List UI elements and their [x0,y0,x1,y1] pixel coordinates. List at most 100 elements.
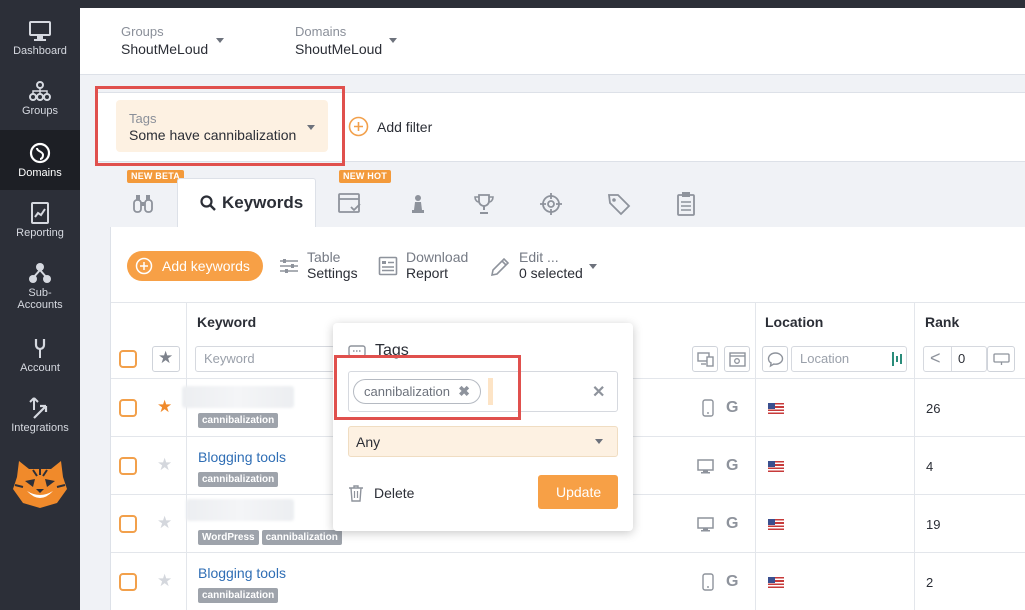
tab-target[interactable] [533,178,569,228]
edit-selected-dropdown[interactable]: Edit ... 0 selected [489,249,601,283]
tab-competitors[interactable] [400,178,436,228]
tag-chip[interactable]: WordPress [198,530,259,545]
rank-filter-input[interactable]: < 0 [923,346,987,372]
row-tags: WordPress cannibalization [198,527,345,545]
blurred-keyword [182,386,294,408]
download-report-line2: Report [406,265,449,281]
row-checkbox[interactable] [119,457,137,475]
sidebar-item-account[interactable]: Account [0,337,80,387]
domains-selector-label: Domains [295,24,347,39]
keyword-column-header[interactable]: Keyword [197,314,256,330]
star-icon[interactable]: ★ [157,397,172,417]
tab-insights[interactable] [118,178,168,228]
row-tags: cannibalization [198,469,281,487]
star-icon[interactable]: ★ [157,571,172,591]
desktop-icon [697,517,714,532]
starred-filter-button[interactable]: ★ [152,346,180,372]
sidebar-item-label: Groups [21,105,59,117]
bars-icon [892,352,902,366]
device-filter-button[interactable] [692,346,718,372]
row-divider [111,552,1025,553]
add-keywords-button[interactable]: Add keywords [127,251,263,281]
operator-divider [951,347,952,371]
update-label: Update [556,484,602,500]
column-divider [755,302,756,610]
sidebar-item-integrations[interactable]: Integrations [0,397,80,447]
sidebar-item-groups[interactable]: Groups [0,80,80,130]
search-icon [200,195,216,211]
domains-icon [29,142,51,164]
sidebar-item-sub-accounts[interactable]: Sub- Accounts [0,262,80,318]
sidebar-item-label-2: Accounts [17,299,63,311]
us-flag-icon [768,461,784,472]
tag-filter-icon [993,353,1010,365]
keyword-link[interactable]: Blogging tools [198,565,286,581]
table-settings-button[interactable]: Table Settings [279,249,359,283]
location-column-header[interactable]: Location [765,314,823,330]
plus-circle-icon [135,257,153,275]
calendar-check-icon [338,193,361,213]
devices-icon [697,352,714,367]
clear-tags-icon[interactable]: ✕ [592,382,605,402]
blurred-keyword [186,499,294,521]
chevron-down-icon [216,38,224,43]
search-engine-filter-button[interactable] [724,346,750,372]
chevron-down-icon [595,439,603,444]
star-icon[interactable]: ★ [157,455,172,475]
pencil-icon [490,257,510,277]
star-icon[interactable]: ★ [157,513,172,533]
tag-chip[interactable]: cannibalization [198,413,279,428]
tab-tags[interactable] [601,178,637,228]
row-checkbox[interactable] [119,573,137,591]
table-settings-line2: Settings [307,265,358,281]
download-report-button[interactable]: Download Report [378,249,470,283]
add-filter-label: Add filter [377,119,433,135]
monitor-icon [29,21,51,41]
groups-selector[interactable]: Groups ShoutMeLoud [121,24,231,57]
sidebar-item-domains[interactable]: Domains [0,130,80,190]
chess-pawn-icon [412,195,424,213]
groups-selector-value: ShoutMeLoud [121,41,209,57]
sidebar-item-label: Account [20,362,60,374]
sidebar-item-reporting[interactable]: Reporting [0,202,80,252]
update-button[interactable]: Update [538,475,618,509]
row-tags: cannibalization [198,410,281,428]
keyword-link[interactable]: Blogging tools [198,449,286,465]
integrations-icon [29,397,48,419]
tab-notes[interactable] [668,178,704,228]
rank-filter-options-button[interactable] [987,346,1015,372]
rank-operator[interactable]: < [930,346,941,370]
reporting-icon [31,202,49,224]
star-icon: ★ [158,348,174,367]
location-filter-input[interactable]: Location [791,346,907,372]
tab-top-positions[interactable] [466,178,502,228]
tag-chip[interactable]: cannibalization [261,530,342,545]
tab-calendar[interactable] [330,178,370,228]
rank-column-header[interactable]: Rank [925,314,959,330]
match-mode-value: Any [356,434,381,450]
location-type-button[interactable] [762,346,788,372]
browser-search-icon [729,352,746,367]
top-strip [80,0,1025,8]
table-top-border [111,302,1025,303]
domains-selector[interactable]: Domains ShoutMeLoud [295,24,405,57]
groups-selector-label: Groups [121,24,164,39]
rank-value: 2 [926,575,934,590]
row-checkbox[interactable] [119,399,137,417]
select-all-checkbox[interactable] [119,350,137,368]
match-mode-select[interactable]: Any [348,426,618,457]
tab-keywords[interactable]: Keywords [177,178,316,228]
domains-selector-value: ShoutMeLoud [295,41,383,57]
row-checkbox[interactable] [119,515,137,533]
tag-chip[interactable]: cannibalization [198,472,279,487]
sliders-icon [280,259,298,273]
delete-label: Delete [374,485,415,501]
speech-bubble-icon [767,352,784,368]
tag-chip[interactable]: cannibalization [198,588,279,603]
binoculars-icon [133,195,153,213]
delete-tags-button[interactable]: Delete [348,483,428,505]
us-flag-icon [768,403,784,414]
sidebar-item-label: Dashboard [13,45,67,57]
keyword-filter-input[interactable]: Keyword [195,346,335,372]
sidebar-item-dashboard[interactable]: Dashboard [0,20,80,70]
